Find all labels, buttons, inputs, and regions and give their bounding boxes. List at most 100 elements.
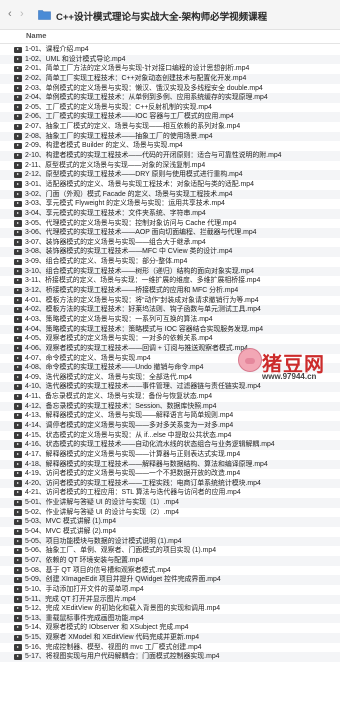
file-row[interactable]: 5-17、将视图实现与用户代码解耦合：门面模式控制器实现.mp4 (0, 652, 340, 662)
file-row[interactable]: 4-18、解释器模式的实现工程技术——解释器与数据结构、算法和编译原理.mp4 (0, 459, 340, 470)
video-file-icon (14, 567, 22, 574)
file-row[interactable]: 4-12、备忘录模式的实现工程技术：Session、数据库快照.mp4 (0, 401, 340, 412)
file-row[interactable]: 5-16、完成控制器、模型、视图的 mvc 工厂模式创建.mp4 (0, 643, 340, 653)
file-row[interactable]: 3-05、代理模式的定义场景与实现：控制对象访问与 Cache 代理.mp4 (0, 219, 340, 229)
file-row[interactable]: 2-05、工厂模式的定义场景与实现：C++反射机制的实现.mp4 (0, 103, 340, 113)
file-row[interactable]: 5-13、重载鼠标事件完成画图功能.mp4 (0, 613, 340, 624)
file-name: 4-21、访问者模式的工程应用：STL 算法与迭代器与访问者的应用.mp4 (25, 489, 241, 497)
video-file-icon (14, 422, 22, 429)
forward-button[interactable]: › (20, 8, 24, 20)
file-row[interactable]: 3-11、桥接模式的定义、场景与实现：一维扩展的维度、多维扩展相桥接.mp4 (0, 276, 340, 286)
file-row[interactable]: 2-12、原型模式的实现工程技术——DRY 原则与使用模式进行重构.mp4 (0, 170, 340, 180)
file-row[interactable]: 4-17、解释器模式的定义场景与实现——计算器与正则表达式实现.mp4 (0, 450, 340, 460)
file-row[interactable]: 5-07、依赖的 QT 环境安装与配置.mp4 (0, 555, 340, 566)
file-row[interactable]: 4-19、访问者模式的定义场景与实现——一个不把数据开放的改造.mp4 (0, 469, 340, 479)
file-row[interactable]: 4-05、观察者模式的定义场景与实现：一对多的依赖关系.mp4 (0, 334, 340, 344)
file-row[interactable]: 5-14、观察者模式的 IObserver 和 XSubject 完成.mp4 (0, 623, 340, 633)
file-row[interactable]: 2-09、构建者模式 Builder 的定义、场景与实现.mp4 (0, 141, 340, 151)
file-name: 3-07、装饰器模式的定义场景与实现——组合大于继承.mp4 (25, 238, 206, 246)
name-column-header[interactable]: Name (26, 31, 46, 40)
file-row[interactable]: 4-21、访问者模式的工程应用：STL 算法与迭代器与访问者的应用.mp4 (0, 488, 340, 498)
file-row[interactable]: 4-01、模板方法的定义场景与实现：将“动作”封装成对象请求撤销行为等.mp4 (0, 296, 340, 306)
file-row[interactable]: 3-01、适配器模式的定义、场景与实现工程技术：对象适配与类的适配.mp4 (0, 180, 340, 190)
file-name: 2-08、抽象工厂的实现工程技术——抽象工厂的使用场景.mp4 (25, 132, 213, 140)
file-row[interactable]: 3-10、组合模式的实现工程技术——树形（递归）结构的面向对象实现.mp4 (0, 266, 340, 277)
video-file-icon (14, 412, 22, 420)
file-name: 5-04、MVC 模式讲解 (2).mp4 (25, 528, 117, 536)
file-row[interactable]: 3-07、装饰器模式的定义场景与实现——组合大于继承.mp4 (0, 238, 340, 248)
file-row[interactable]: 3-09、组合模式的定义、场景与实现：部分-整体.mp4 (0, 257, 340, 267)
window-titlebar: ‹ › C++设计模式理论与实战大全-架构师必学视频课程 (0, 0, 340, 30)
file-row[interactable]: 4-03、策略模式的定义场景与实现：一系列可互换的算法.mp4 (0, 315, 340, 325)
file-row[interactable]: 4-16、状态模式的实现工程技术——自动化流水线的状态组合与业务逻辑解耦.mp4 (0, 440, 340, 450)
file-name: 5-12、完成 XEditView 的初始化和载入背景图的实现和调用.mp4 (25, 605, 221, 613)
video-file-icon (14, 489, 22, 497)
file-row[interactable]: 5-09、创建 XImageEdit 项目并提升 QWidget 控件完成界面.… (0, 575, 340, 585)
file-row[interactable]: 5-04、MVC 模式讲解 (2).mp4 (0, 527, 340, 537)
file-row[interactable]: 5-08、基于 QT 项目的信号槽和观察者模式.mp4 (0, 566, 340, 576)
file-row[interactable]: 3-04、享元模式的实现工程技术：文件夹系统、字符串.mp4 (0, 208, 340, 219)
video-file-icon (14, 94, 22, 102)
file-row[interactable]: 3-08、装饰器模式的实现工程技术——MFC 中 CView 类的设计.mp4 (0, 247, 340, 258)
file-name: 4-05、观察者模式的定义场景与实现：一对多的依赖关系.mp4 (25, 335, 213, 343)
video-file-icon (14, 653, 22, 661)
file-name: 2-03、单例模式的定义场景与实现：懒汉、饿汉实现及多线程安全 double.m… (25, 84, 263, 92)
file-row[interactable]: 4-14、调停者模式的定义场景与实现——多对多关系变为一对多.mp4 (0, 420, 340, 431)
watermark-logo-icon (238, 348, 262, 372)
file-row[interactable]: 5-01、作业讲解与答疑 UI 的设计与实现（1）.mp4 (0, 498, 340, 508)
file-name: 5-06、抽象工厂、单例、观察者、门面模式的项目实现 (1).mp4 (25, 547, 217, 555)
file-row[interactable]: 3-03、享元模式 Flyweight 的定义场景与实现：运用共享技术.mp4 (0, 199, 340, 209)
file-row[interactable]: 1-01、课程介绍.mp4 (0, 45, 340, 55)
video-file-icon (14, 316, 22, 323)
file-row[interactable]: 2-07、抽象工厂模式的定义、场景与实现——相互依赖的系列对象.mp4 (0, 122, 340, 132)
video-file-icon (14, 605, 22, 613)
video-file-icon (14, 499, 22, 507)
file-name: 2-01、简单工厂方法的定义场景与实现-针对接口编程的设计思想剖析.mp4 (25, 65, 250, 73)
video-file-icon (14, 258, 22, 266)
file-row[interactable]: 3-06、代理模式的实现工程技术——AOP 面向切面编程、拦截器与代理.mp4 (0, 228, 340, 238)
video-file-icon (14, 383, 22, 391)
file-row[interactable]: 4-02、模板方法的实现工程技术：好莱坞法则、钩子函数与单元测试工具.mp4 (0, 305, 340, 315)
file-name: 4-02、模板方法的实现工程技术：好莱坞法则、钩子函数与单元测试工具.mp4 (25, 306, 261, 314)
video-file-icon (14, 210, 22, 217)
folder-icon (38, 10, 51, 20)
file-row[interactable]: 2-04、单例模式的实现工程技术：从单例到多例、应用系统缓存的实现原理.mp4 (0, 93, 340, 103)
file-row[interactable]: 4-13、解释器模式的定义、场景与实现——解释语言与简单规则.mp4 (0, 411, 340, 421)
file-row[interactable]: 5-10、手动添加打开文件的菜单项.mp4 (0, 585, 340, 595)
video-file-icon (14, 85, 22, 92)
file-row[interactable]: 2-11、原型模式的定义场景与实现——对象的深浅复制.mp4 (0, 161, 340, 171)
file-name: 5-01、作业讲解与答疑 UI 的设计与实现（1）.mp4 (25, 499, 179, 507)
file-name: 4-03、策略模式的定义场景与实现：一系列可互换的算法.mp4 (25, 315, 213, 323)
watermark-url: www.97944.cn (262, 372, 317, 381)
file-row[interactable]: 2-01、简单工厂方法的定义场景与实现-针对接口编程的设计思想剖析.mp4 (0, 64, 340, 74)
file-name: 5-05、项目功能模块与数据的设计模式说明 (1).mp4 (25, 537, 182, 545)
file-name: 3-11、桥接模式的定义、场景与实现：一维扩展的维度、多维扩展相桥接.mp4 (25, 277, 261, 285)
back-button[interactable]: ‹ (8, 8, 12, 20)
video-file-icon (14, 335, 22, 343)
video-file-icon (14, 220, 22, 227)
file-row[interactable]: 5-06、抽象工厂、单例、观察者、门面模式的项目实现 (1).mp4 (0, 546, 340, 556)
video-file-icon (14, 229, 22, 237)
file-row[interactable]: 2-10、构建者模式的实现工程技术——代码的开闭原则：适合与可靠性说明的附.mp… (0, 151, 340, 161)
file-row[interactable]: 5-12、完成 XEditView 的初始化和载入背景图的实现和调用.mp4 (0, 604, 340, 614)
file-row[interactable]: 4-04、策略模式的实现工程技术：策略模式与 IOC 容器结合实现服务发现.mp… (0, 324, 340, 335)
file-row[interactable]: 5-03、MVC 模式讲解 (1).mp4 (0, 517, 340, 528)
file-row[interactable]: 5-02、作业讲解与答疑 UI 的设计与实现（2）.mp4 (0, 508, 340, 518)
file-row[interactable]: 2-03、单例模式的定义场景与实现：懒汉、饿汉实现及多线程安全 double.m… (0, 84, 340, 94)
file-row[interactable]: 2-02、简单工厂实现工程技术：C++对象动态创建技术与配置化开发.mp4 (0, 73, 340, 84)
file-row[interactable]: 3-02、门面（外观）模式 Facade 的定义、场景与实现工程技术.mp4 (0, 189, 340, 200)
file-name: 4-16、状态模式的实现工程技术——自动化流水线的状态组合与业务逻辑解耦.mp4 (25, 441, 275, 449)
file-name: 4-18、解释器模式的实现工程技术——解释器与数据结构、算法和编译原理.mp4 (25, 460, 268, 468)
file-name: 4-07、命令模式的定义、场景与实现.mp4 (25, 354, 151, 362)
file-row[interactable]: 1-02、UML 和设计模式导论.mp4 (0, 54, 340, 65)
file-row[interactable]: 2-06、工厂模式的实现工程技术——IOC 容器与工厂模式的应用.mp4 (0, 112, 340, 123)
file-row[interactable]: 5-15、观察者 XModel 和 XEditView 代码完成并更新.mp4 (0, 633, 340, 643)
file-row[interactable]: 3-12、桥接模式的实现工程技术——桥接模式的应用和 MFC 分析.mp4 (0, 286, 340, 296)
file-row[interactable]: 4-15、状态模式的定义场景与实现：从 if...else 中提取公共状态.mp… (0, 431, 340, 441)
file-row[interactable]: 4-10、迭代器模式的实现工程技术——事件管理、过滤器链与责任链实现.mp4 (0, 382, 340, 393)
file-row[interactable]: 2-08、抽象工厂的实现工程技术——抽象工厂的使用场景.mp4 (0, 131, 340, 142)
file-row[interactable]: 4-11、备忘录模式的定义、场景与实现：备份与恢复状态.mp4 (0, 392, 340, 402)
file-row[interactable]: 4-20、访问者模式的实现工程技术——工程实践：电商订单系统统计模块.mp4 (0, 478, 340, 489)
file-row[interactable]: 5-05、项目功能模块与数据的设计模式说明 (1).mp4 (0, 536, 340, 547)
file-row[interactable]: 5-11、完成 QT 打开并显示图片.mp4 (0, 594, 340, 605)
